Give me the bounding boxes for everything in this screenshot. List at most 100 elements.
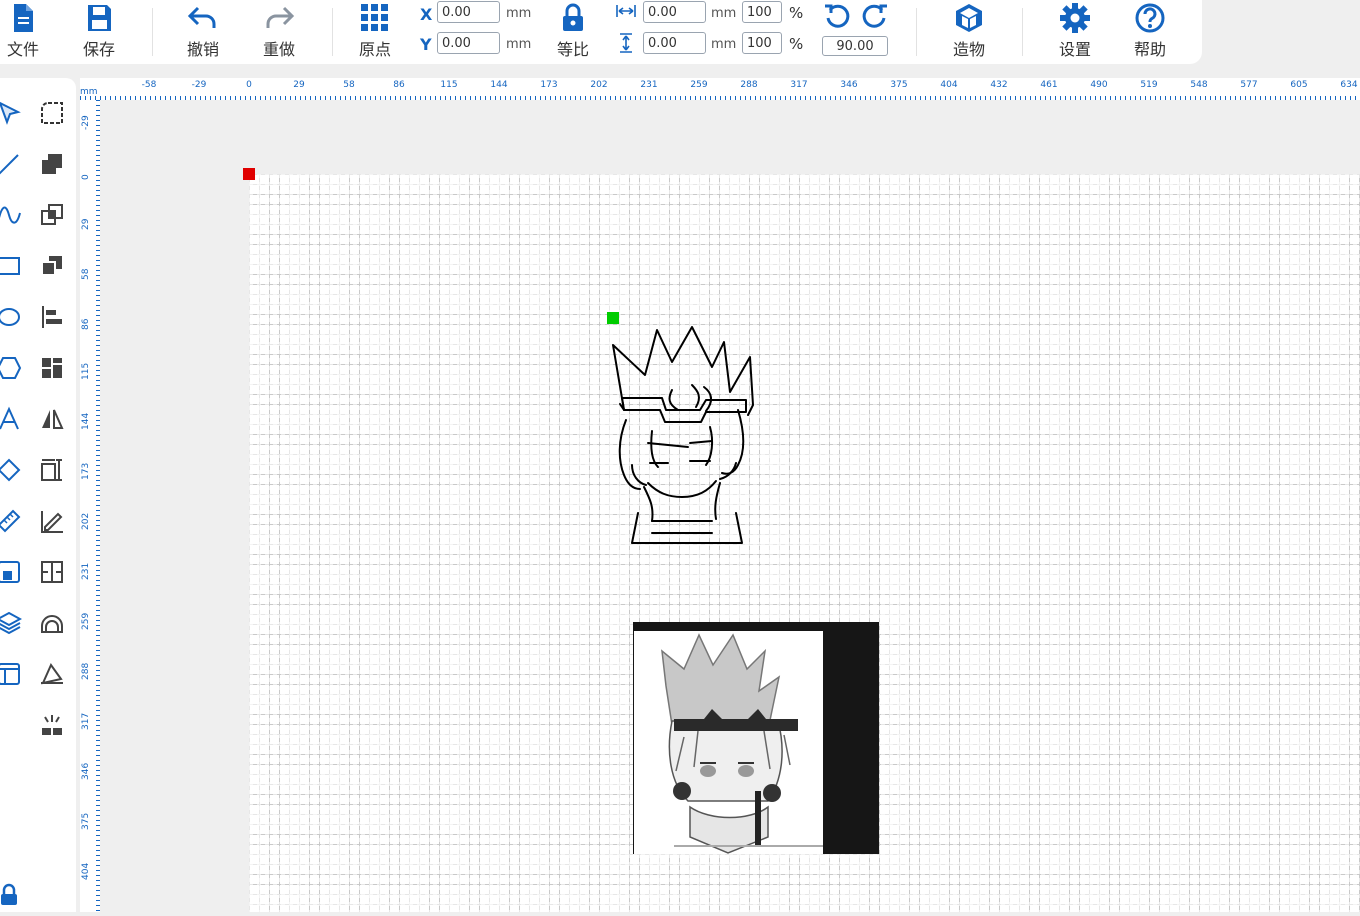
width-input[interactable] [643, 1, 706, 23]
ellipse-icon [0, 308, 20, 326]
horizontal-ruler-ticks [80, 96, 1356, 100]
x-label: X [420, 5, 433, 24]
save-button[interactable]: 保存 [76, 0, 122, 64]
raster-image-frame[interactable] [633, 622, 879, 854]
path-edit-tool[interactable] [35, 657, 69, 691]
curve-icon [0, 206, 21, 224]
vertical-ruler-label: 115 [81, 362, 91, 380]
measure-tool[interactable] [0, 504, 26, 538]
horizontal-ruler-label: 519 [1140, 80, 1158, 90]
height-percent-symbol: % [789, 35, 804, 53]
union-tool[interactable] [35, 147, 69, 181]
height-percent-input[interactable] [742, 32, 782, 54]
lock-ratio-button[interactable]: 等比 [550, 0, 596, 64]
align-left-tool[interactable] [35, 300, 69, 334]
height-icon [620, 33, 632, 53]
build-label: 造物 [952, 40, 985, 59]
rotate-cw-icon[interactable] [860, 2, 890, 32]
text-tool[interactable] [0, 402, 26, 436]
file-button[interactable]: 文件 [0, 0, 46, 64]
horizontal-ruler-label: 577 [1240, 80, 1258, 90]
vertical-ruler-label: 259 [81, 612, 91, 630]
origin-button[interactable]: 原点 [352, 0, 398, 64]
line-tool[interactable] [0, 147, 26, 181]
horizontal-ruler-label: 634 [1340, 80, 1358, 90]
height-input[interactable] [643, 32, 706, 54]
help-button[interactable]: 帮助 [1127, 0, 1173, 64]
explode-icon [42, 715, 62, 735]
image-tool[interactable] [0, 555, 26, 589]
separator [152, 8, 153, 56]
vertical-ruler-label: 202 [81, 512, 91, 530]
redo-button[interactable]: 重做 [256, 0, 302, 64]
horizontal-ruler-label: 375 [890, 80, 908, 90]
origin-label: 原点 [358, 40, 391, 59]
split-tool[interactable] [35, 555, 69, 589]
rotation-angle-input[interactable] [822, 36, 888, 56]
horizontal-ruler-label: 288 [740, 80, 758, 90]
panel-tool[interactable] [0, 657, 26, 691]
resize-tool[interactable] [35, 453, 69, 487]
vertical-ruler-label: 346 [81, 762, 91, 780]
vertical-ruler-label: -29 [81, 115, 91, 130]
horizontal-ruler-label: 173 [540, 80, 558, 90]
separator [332, 8, 333, 56]
height-unit: mm [711, 37, 737, 52]
offset-tool[interactable] [35, 606, 69, 640]
horizontal-ruler-label: 548 [1190, 80, 1208, 90]
vector-line-art[interactable] [608, 315, 758, 550]
y-label: Y [420, 35, 432, 54]
settings-button[interactable]: 设置 [1052, 0, 1098, 64]
vertical-ruler-label: 317 [81, 712, 91, 730]
horizontal-ruler-label: -58 [141, 80, 157, 90]
pen-edit-tool[interactable] [35, 504, 69, 538]
horizontal-ruler-label: 605 [1290, 80, 1308, 90]
gear-icon [1060, 3, 1090, 33]
lock-icon [563, 3, 583, 31]
ellipse-tool[interactable] [0, 300, 26, 334]
raster-image [634, 631, 823, 854]
layers-tool[interactable] [0, 606, 26, 640]
lock-label: 等比 [556, 40, 589, 59]
horizontal-ruler-label: 490 [1090, 80, 1108, 90]
arrange-tool[interactable] [35, 351, 69, 385]
horizontal-ruler-label: 231 [640, 80, 658, 90]
curve-tool[interactable] [0, 198, 26, 232]
rectangle-tool[interactable] [0, 249, 26, 283]
file-icon [14, 4, 33, 32]
x-position-input[interactable] [437, 1, 500, 23]
align-left-icon [42, 306, 62, 328]
rotate-ccw-icon[interactable] [822, 2, 852, 32]
file-label: 文件 [6, 40, 39, 59]
undo-button[interactable]: 撤销 [180, 0, 226, 64]
vertical-ruler-label: 144 [81, 412, 91, 430]
vertical-ruler-label: 173 [81, 462, 91, 480]
redo-label: 重做 [262, 40, 295, 59]
y-position-input[interactable] [437, 32, 500, 54]
select-tool[interactable] [0, 96, 26, 130]
build-button[interactable]: 造物 [946, 0, 992, 64]
horizontal-ruler-label: 461 [1040, 80, 1058, 90]
pointer-icon [0, 101, 21, 125]
width-percent-input[interactable] [742, 1, 782, 23]
origin-marker [243, 168, 255, 180]
vertical-ruler-label: 86 [81, 318, 91, 330]
horizontal-ruler-label: -29 [191, 80, 207, 90]
polygon-tool[interactable] [0, 351, 26, 385]
width-percent-symbol: % [789, 4, 804, 22]
panel-icon [0, 663, 20, 685]
rounded-rect-tool[interactable] [35, 96, 69, 130]
horizontal-ruler-label: 317 [790, 80, 808, 90]
eraser-tool[interactable] [0, 453, 26, 487]
lock-tool[interactable] [0, 878, 26, 912]
subtract-tool[interactable] [35, 249, 69, 283]
horizontal-ruler-label: 86 [393, 80, 405, 90]
horizontal-ruler-label: 432 [990, 80, 1008, 90]
polygon-icon [0, 357, 22, 379]
help-label: 帮助 [1133, 40, 1166, 59]
separator [1022, 8, 1023, 56]
intersect-tool[interactable] [35, 198, 69, 232]
vertical-ruler-label: 58 [81, 268, 91, 280]
explode-tool[interactable] [35, 708, 69, 742]
mirror-tool[interactable] [35, 402, 69, 436]
